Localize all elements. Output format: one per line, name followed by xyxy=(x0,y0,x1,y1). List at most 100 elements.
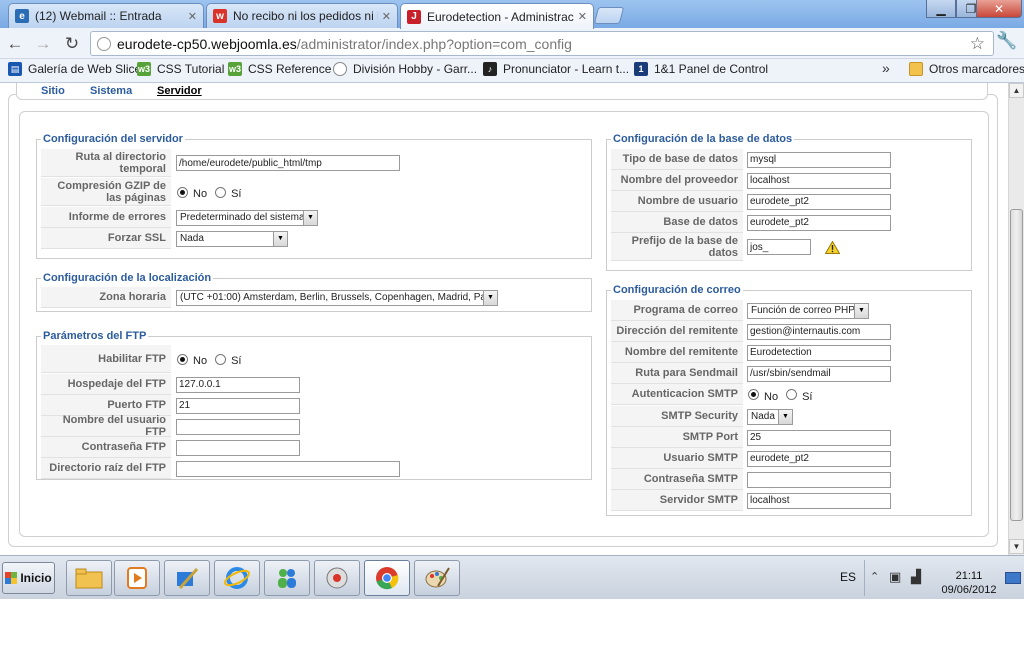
vertical-scrollbar[interactable]: ▲ ▼ xyxy=(1008,83,1024,555)
server-settings-panel: Configuración del servidor Ruta al direc… xyxy=(19,111,989,537)
one-and-one-icon: 1 xyxy=(634,62,648,76)
new-tab-button[interactable] xyxy=(593,7,625,24)
chrome-icon[interactable] xyxy=(364,560,410,596)
more-bookmarks-chevron-icon[interactable]: » xyxy=(882,60,890,76)
gzip-yes-radio[interactable] xyxy=(215,186,227,198)
db-name-input[interactable] xyxy=(747,214,891,231)
sendmail-input[interactable] xyxy=(747,365,891,382)
internet-explorer-icon[interactable] xyxy=(214,560,260,596)
mail-fromname-label: Nombre del remitente xyxy=(611,342,743,363)
mail-fromname-input[interactable] xyxy=(747,344,891,361)
smtp-port-input[interactable] xyxy=(747,429,891,446)
ftp-root-label: Directorio raíz del FTP xyxy=(41,458,171,479)
ftp-host-input[interactable] xyxy=(176,376,300,393)
paint-tool-icon[interactable] xyxy=(164,560,210,596)
bookmark-css-reference[interactable]: w3 CSS Reference xyxy=(228,62,331,76)
ftp-user-input[interactable] xyxy=(176,418,300,435)
joomla-icon: J xyxy=(407,9,421,24)
gzip-label: Compresión GZIP de las páginas xyxy=(41,178,171,206)
smtp-pass-input[interactable] xyxy=(747,471,891,488)
forward-icon[interactable]: → xyxy=(32,33,54,55)
folder-icon xyxy=(909,62,923,76)
server-config-fieldset: Configuración del servidor Ruta al direc… xyxy=(36,133,592,259)
ftp-enable-yes-radio[interactable] xyxy=(215,353,227,365)
tab-servidor[interactable]: Servidor xyxy=(157,85,202,97)
db-user-input[interactable] xyxy=(747,193,891,210)
scroll-up-icon[interactable]: ▲ xyxy=(1009,83,1024,98)
smtp-pass-label: Contraseña SMTP xyxy=(611,469,743,490)
paint-palette-icon[interactable] xyxy=(414,560,460,596)
show-hidden-icons-icon[interactable]: ⌃ xyxy=(870,570,879,583)
back-icon[interactable]: ← xyxy=(4,33,26,55)
clock-date: 09/06/2012 xyxy=(941,584,997,596)
smtp-security-selected: Nada xyxy=(751,411,775,422)
url-host: eurodete-cp50.webjoomla.es xyxy=(117,35,297,52)
db-prefix-input[interactable] xyxy=(747,239,811,255)
close-window-button[interactable]: ✕ xyxy=(976,0,1022,18)
smtp-auth-no-radio[interactable] xyxy=(748,389,759,400)
mail-from-input[interactable] xyxy=(747,323,891,340)
scroll-down-icon[interactable]: ▼ xyxy=(1009,539,1024,554)
windows-flag-icon xyxy=(5,572,18,584)
webmail-icon: e xyxy=(15,9,29,23)
mailer-select[interactable]: Función de correo PHP ▼ xyxy=(747,302,869,319)
locale-config-fieldset: Configuración de la localización Zona ho… xyxy=(36,272,592,312)
timezone-select[interactable]: (UTC +01:00) Amsterdam, Berlin, Brussels… xyxy=(176,289,498,306)
tmp-path-input[interactable] xyxy=(176,155,400,171)
ftp-pass-input[interactable] xyxy=(176,439,300,456)
bookmark-division-hobby[interactable]: División Hobby - Garr... xyxy=(333,62,477,76)
tab-sitio[interactable]: Sitio xyxy=(41,85,65,97)
tab-eurodetection[interactable]: J Eurodetection - Administración ✕ xyxy=(400,3,594,29)
bookmark-web-slice[interactable]: ▤ Galería de Web Slice xyxy=(8,62,141,76)
clock[interactable]: 21:11 09/06/2012 xyxy=(931,569,1007,597)
other-bookmarks-folder[interactable]: Otros marcadores xyxy=(909,62,1024,76)
smtp-user-input[interactable] xyxy=(747,450,891,467)
ftp-enable-yes-label: Sí xyxy=(231,355,242,367)
windows-taskbar: Inicio ES ⌃ ▣ ▟ 21:11 09/06/2012 xyxy=(0,555,1024,599)
smtp-auth-yes-radio[interactable] xyxy=(786,389,798,400)
reload-icon[interactable]: ↻ xyxy=(61,33,83,55)
ftp-port-input[interactable] xyxy=(176,397,300,414)
close-icon[interactable]: ✕ xyxy=(578,10,587,23)
close-icon[interactable]: ✕ xyxy=(188,10,197,23)
bookmark-css-tutorial[interactable]: w3 CSS Tutorial xyxy=(137,62,224,76)
media-player-icon[interactable] xyxy=(114,560,160,596)
ftp-root-input[interactable] xyxy=(176,460,400,477)
bookmark-star-icon[interactable]: ☆ xyxy=(970,34,985,54)
smtp-security-select[interactable]: Nada ▼ xyxy=(747,408,793,425)
server-config-legend: Configuración del servidor xyxy=(43,133,183,145)
ssl-select[interactable]: Nada ▼ xyxy=(176,230,288,247)
bookmark-pronunciator[interactable]: ♪ Pronunciator - Learn t... xyxy=(483,62,629,76)
db-host-input[interactable] xyxy=(747,172,891,189)
errors-selected: Predeterminado del sistema xyxy=(180,212,305,223)
db-name-label: Base de datos xyxy=(611,212,743,233)
ftp-enable-no-radio[interactable] xyxy=(177,353,188,365)
tab-sistema[interactable]: Sistema xyxy=(90,85,132,97)
ssl-selected: Nada xyxy=(180,233,204,244)
tab-forum[interactable]: w No recibo ni los pedidos ni las c ✕ xyxy=(206,3,398,28)
tab-webmail[interactable]: e (12) Webmail :: Entrada ✕ xyxy=(8,3,204,28)
media-center-icon[interactable] xyxy=(314,560,360,596)
messenger-icon[interactable] xyxy=(264,560,310,596)
bookmark-1and1[interactable]: 1 1&1 Panel de Control xyxy=(634,62,768,76)
bookmark-label: CSS Reference xyxy=(248,62,332,76)
file-explorer-icon[interactable] xyxy=(66,560,112,596)
start-button[interactable]: Inicio xyxy=(2,562,55,594)
db-type-input[interactable] xyxy=(747,151,891,168)
scrollbar-thumb[interactable] xyxy=(1010,209,1023,521)
device-icon[interactable]: ▣ xyxy=(889,569,901,585)
show-desktop-icon[interactable] xyxy=(1005,572,1021,584)
speaker-icon: ♪ xyxy=(483,62,497,76)
wrench-menu-icon[interactable]: 🔧 xyxy=(996,31,1017,51)
close-icon[interactable]: ✕ xyxy=(382,10,391,23)
network-signal-icon[interactable]: ▟ xyxy=(911,569,921,585)
bookmark-label: CSS Tutorial xyxy=(157,62,225,76)
address-bar[interactable]: eurodete-cp50.webjoomla.es/administrator… xyxy=(90,31,994,56)
page-info-icon[interactable] xyxy=(97,36,111,51)
language-indicator[interactable]: ES xyxy=(840,570,856,584)
minimize-button[interactable]: ▁ xyxy=(926,0,956,18)
gzip-no-radio[interactable] xyxy=(177,186,188,198)
tmp-path-label: Ruta al directorio temporal xyxy=(41,149,171,177)
errors-select[interactable]: Predeterminado del sistema ▼ xyxy=(176,209,318,226)
smtp-host-input[interactable] xyxy=(747,492,891,509)
